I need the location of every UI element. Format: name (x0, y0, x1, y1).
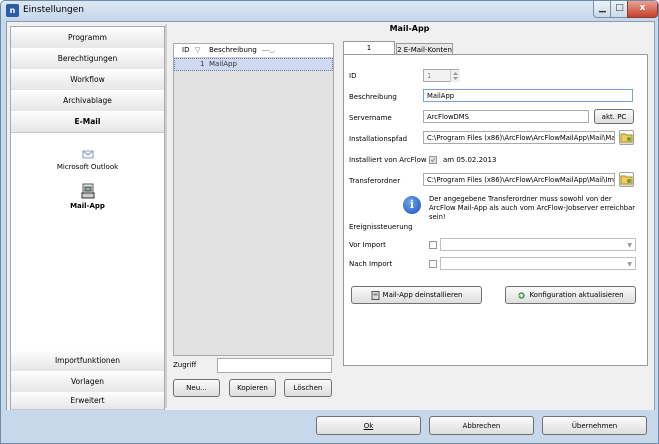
search-label: Zugriff (173, 361, 197, 369)
installpath-field[interactable]: C:\Program Files (x86)\ArcFlow\ArcFlowMa… (423, 131, 615, 144)
refresh-icon (518, 291, 526, 299)
id-value: 1 (427, 72, 432, 80)
panel-splitter[interactable] (165, 24, 167, 408)
folder-icon (620, 175, 633, 185)
column-header-description[interactable]: Beschreibung (209, 44, 257, 57)
apply-button[interactable]: Übernehmen (542, 416, 647, 435)
before-import-label: Vor Import (349, 241, 386, 249)
settings-sidebar: Programm Berechtigungen Workflow Archiva… (10, 26, 165, 410)
sidebar-subitem-mail-app[interactable]: Mail-App (11, 183, 164, 210)
installpath-label: Installationspfad (349, 135, 408, 143)
mail-app-icon (81, 183, 94, 199)
before-import-select[interactable]: ▼ (440, 238, 636, 251)
installed-checkbox (429, 156, 437, 164)
uninstall-mail-app-button[interactable]: Mail-App deinstallieren (351, 286, 482, 304)
transfer-info-text: Der angegebene Transferordner muss sowoh… (429, 195, 636, 221)
id-spinner (450, 70, 460, 82)
transfer-field[interactable]: C:\Program Files (x86)\ArcFlow\ArcFlowMa… (423, 173, 615, 186)
sidebar-item-vorlagen[interactable]: Vorlagen (11, 371, 164, 393)
before-import-checkbox[interactable] (429, 241, 437, 249)
id-label: ID (349, 72, 357, 80)
sidebar-item-erweitert[interactable]: Erweitert (11, 392, 164, 410)
list-header: ID ▽ Beschreibung —◡ (174, 44, 333, 58)
after-import-checkbox[interactable] (429, 260, 437, 268)
new-button[interactable]: Neu... (173, 379, 220, 397)
update-button-label: Konfiguration aktualisieren (529, 291, 624, 299)
dialog-client-area: Programm Berechtigungen Workflow Archiva… (6, 21, 655, 411)
row-id: 1 (200, 60, 205, 68)
servername-label: Servername (349, 114, 392, 122)
sidebar-subitem-outlook[interactable]: Microsoft Outlook (11, 148, 164, 171)
sidebar-item-email[interactable]: E-Mail (11, 111, 164, 133)
sidebar-subitem-label: Mail-App (70, 202, 105, 210)
page-title: Mail-App (389, 24, 430, 33)
sidebar-item-berechtigungen[interactable]: Berechtigungen (11, 48, 164, 70)
search-input[interactable] (217, 358, 332, 373)
folder-icon (620, 133, 633, 143)
chevron-down-icon: ▼ (627, 261, 632, 268)
current-pc-button[interactable]: akt. PC (594, 109, 634, 124)
description-label: Beschreibung (349, 93, 397, 101)
cancel-button[interactable]: Abbrechen (429, 416, 534, 435)
title-bar[interactable]: n Einstellungen ▁ □ x (1, 1, 658, 21)
chevron-down-icon: ▼ (627, 242, 632, 249)
column-header-id[interactable]: ID (182, 44, 189, 57)
envelope-icon (82, 150, 93, 159)
settings-window: n Einstellungen ▁ □ x Programm Berechtig… (0, 0, 659, 444)
after-import-label: Nach Import (349, 260, 393, 268)
installed-label: Installiert von ArcFlow (349, 156, 427, 164)
browse-install-button[interactable] (619, 130, 634, 145)
delete-button[interactable]: Löschen (284, 379, 332, 397)
copy-button[interactable]: Kopieren (229, 379, 276, 397)
ok-button-label: Ok (363, 422, 374, 430)
ok-button[interactable]: Ok (316, 416, 421, 435)
sidebar-item-importfunktionen[interactable]: Importfunktionen (11, 350, 164, 372)
transfer-label: Transferordner (349, 177, 401, 185)
close-button[interactable]: x (627, 1, 658, 18)
spinner-arrows-icon (453, 72, 458, 80)
app-icon: n (6, 4, 19, 17)
mail-app-icon (371, 290, 380, 300)
filter-icon[interactable]: —◡ (262, 44, 275, 57)
sidebar-item-archivablage[interactable]: Archivablage (11, 90, 164, 112)
sidebar-subitem-label: Microsoft Outlook (56, 163, 119, 171)
row-description: MailApp (209, 60, 237, 68)
sidebar-item-programm[interactable]: Programm (11, 27, 164, 49)
events-section-label: Ereignissteuerung (349, 223, 413, 231)
list-item[interactable]: 1 MailApp (174, 58, 333, 71)
uninstall-button-label: Mail-App deinstallieren (382, 291, 463, 299)
tab-content: ID 1 Beschreibung MailApp Servername Arc… (343, 54, 648, 366)
browse-transfer-button[interactable] (619, 172, 634, 187)
update-config-button[interactable]: Konfiguration aktualisieren (505, 286, 636, 304)
window-title: Einstellungen (23, 5, 85, 15)
description-field[interactable]: MailApp (423, 89, 633, 102)
after-import-select[interactable]: ▼ (440, 257, 636, 270)
info-icon: i (403, 196, 421, 214)
installed-date: am 05.02.2013 (443, 156, 497, 164)
sidebar-item-workflow[interactable]: Workflow (11, 69, 164, 91)
mailapp-list[interactable]: ID ▽ Beschreibung —◡ 1 MailApp (173, 43, 334, 356)
sort-icon: ▽ (195, 46, 201, 54)
dialog-footer: Ok Abbrechen Übernehmen (1, 410, 658, 443)
checkmark-icon (430, 157, 436, 163)
servername-field[interactable]: ArcFlowDMS (423, 110, 589, 123)
